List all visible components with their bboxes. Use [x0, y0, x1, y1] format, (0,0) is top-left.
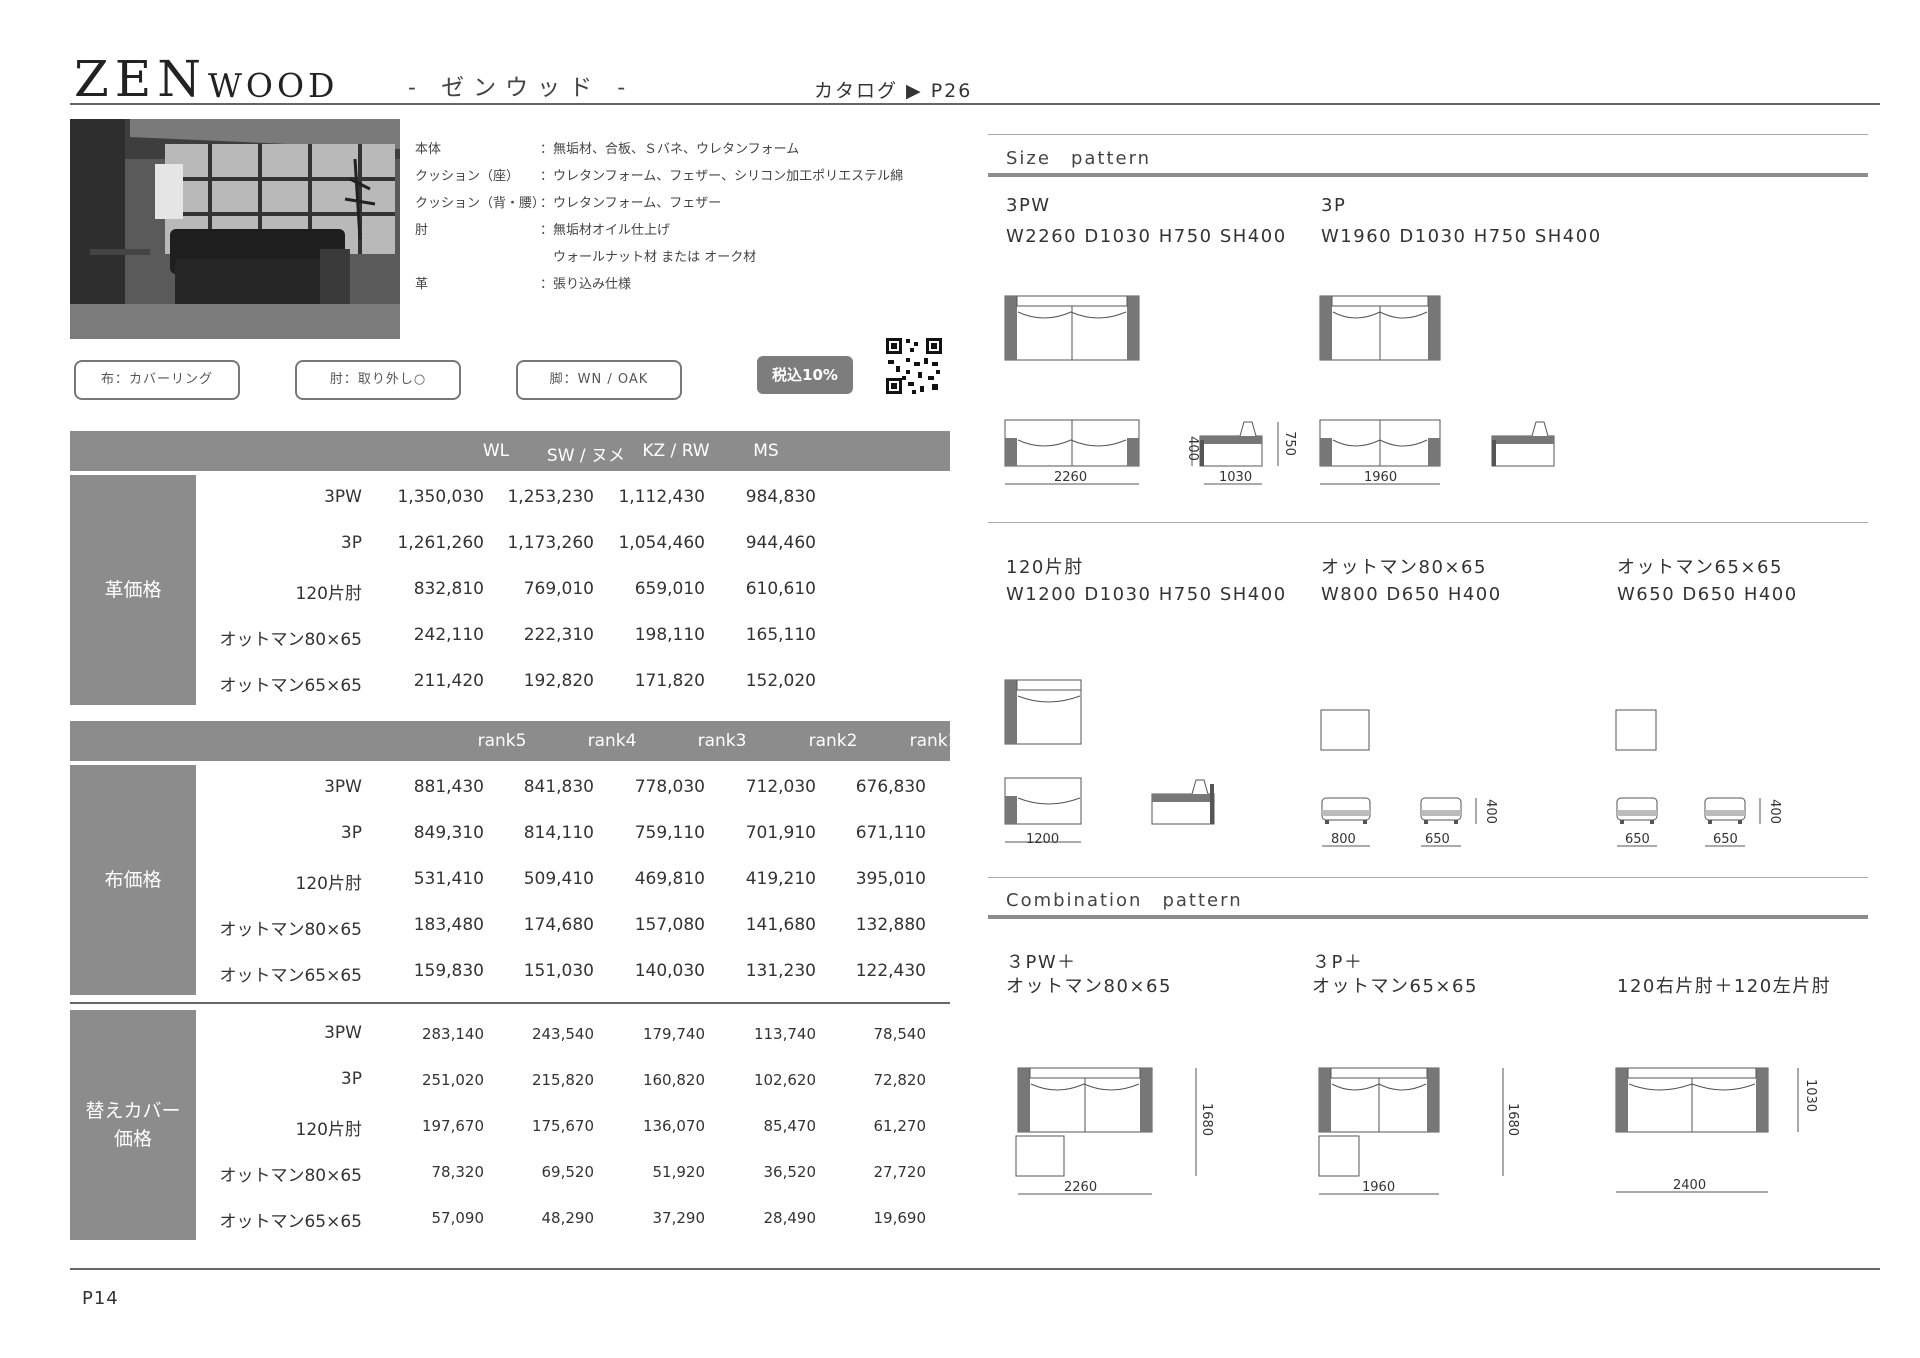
size-item-dims: W2260 D1030 H750 SH400: [1006, 226, 1287, 247]
column-header: rank1: [909, 731, 959, 751]
table-row: オットマン80×65 242,110 222,310 198,110 165,1…: [219, 625, 816, 650]
table-row: 120片肘 197,670 175,670 136,070 85,470 61,…: [295, 1117, 926, 1140]
ottoman-80-top-diagram: [1320, 709, 1370, 751]
table-row: 3PW 283,140 243,540 179,740 113,740 78,5…: [324, 1023, 926, 1043]
size-item-name: 120片肘: [1006, 557, 1084, 578]
combination-top-rule: [988, 877, 1868, 878]
qr-code-icon[interactable]: [884, 336, 944, 396]
fabric-table-header: rank5 rank4 rank3 rank2 rank1: [70, 721, 958, 761]
column-header: rank5: [477, 731, 527, 751]
dimension-label: 1680: [1199, 1102, 1215, 1137]
dimension-label: 1680: [1505, 1102, 1521, 1137]
sofa-3p-side-diagram: [1491, 421, 1555, 467]
sofa-3pw-top-diagram: [1004, 295, 1140, 361]
dimension-label: 650: [1713, 832, 1738, 847]
leather-section-label: 革価格: [70, 475, 196, 705]
ottoman-65-top-diagram: [1615, 709, 1657, 751]
dimension-label: 400: [1184, 436, 1200, 461]
column-header: rank4: [587, 731, 637, 751]
dimension-label: 400: [1766, 799, 1782, 824]
page-number: P14: [82, 1288, 119, 1309]
dimension-label: 2260: [1054, 470, 1088, 485]
column-header: WL: [482, 441, 510, 461]
size-pattern-title: Size pattern: [1006, 148, 1152, 169]
sofa-120-top-diagram: [1004, 679, 1082, 745]
dimension-label: 1030: [1219, 470, 1253, 485]
dimension-label: 1960: [1364, 470, 1398, 485]
column-header: rank3: [697, 731, 747, 751]
size-item-dims: W650 D650 H400: [1617, 584, 1798, 605]
table-row: 3P 1,261,260 1,173,260 1,054,460 944,460: [340, 533, 816, 553]
sofa-3p-top-diagram: [1319, 295, 1441, 361]
combination-title-bar: [988, 915, 1868, 919]
cover-section-label: 替えカバー 価格: [70, 1010, 196, 1240]
arm-option-badge: 肘：取り外し○: [295, 360, 461, 400]
dimension-label: 800: [1331, 832, 1356, 847]
product-photo: [70, 119, 400, 339]
size-top-rule: [988, 134, 1868, 135]
table-row: 3PW 1,350,030 1,253,230 1,112,430 984,83…: [324, 487, 816, 507]
dimension-label: 650: [1425, 832, 1450, 847]
table-divider: [70, 1002, 950, 1004]
sofa-120-side-diagram: [1151, 779, 1215, 825]
dimension-label: 2400: [1673, 1178, 1707, 1193]
product-subtitle: WOOD: [208, 66, 339, 105]
combo-3p-ottoman-diagram: [1318, 1067, 1504, 1195]
combination-name-line1: ３PW＋: [1006, 952, 1077, 973]
table-row: 120片肘 832,810 769,010 659,010 610,610: [295, 579, 816, 604]
catalog-reference: カタログ ▶ P26: [814, 80, 973, 102]
table-row: オットマン65×65 211,420 192,820 171,820 152,0…: [219, 671, 816, 696]
size-item-dims: W1960 D1030 H750 SH400: [1321, 226, 1602, 247]
size-title-bar: [988, 173, 1868, 177]
dimension-label: 1960: [1362, 1180, 1396, 1195]
dimension-label: 1200: [1026, 832, 1060, 847]
tax-badge: 税込10%: [757, 356, 853, 394]
table-row: 3PW 881,430 841,830 778,030 712,030 676,…: [324, 777, 926, 797]
table-row: オットマン80×65 183,480 174,680 157,080 141,6…: [219, 915, 926, 940]
table-row: オットマン65×65 159,830 151,030 140,030 131,2…: [219, 961, 926, 986]
dimension-label: 400: [1482, 799, 1498, 824]
column-header: rank2: [808, 731, 858, 751]
dimension-label: 750: [1281, 431, 1297, 456]
column-header: MS: [753, 441, 779, 461]
combination-name-line2: オットマン80×65: [1006, 976, 1172, 997]
spec-list: 本体 ：無垢材、合板、Ｓバネ、ウレタンフォーム クッション（座） ：ウレタンフォーム…: [415, 142, 904, 292]
size-item-dims: W1200 D1030 H750 SH400: [1006, 584, 1287, 605]
footer-divider: [70, 1268, 1880, 1270]
table-row: オットマン65×65 57,090 48,290 37,290 28,490 1…: [219, 1209, 926, 1232]
leg-option-badge: 脚：WN / OAK: [516, 360, 682, 400]
cover-option-badge: 布：カバーリング: [74, 360, 240, 400]
fabric-section-label: 布価格: [70, 765, 196, 995]
combination-name-line1: ３P＋: [1312, 952, 1364, 973]
dimension-label: 2260: [1064, 1180, 1098, 1195]
product-kana: - ゼンウッド -: [408, 75, 635, 101]
column-header: KZ / RW: [642, 441, 710, 461]
size-item-name: オットマン80×65: [1321, 557, 1487, 578]
table-row: オットマン80×65 78,320 69,520 51,920 36,520 2…: [219, 1163, 926, 1186]
combination-name-line2: オットマン65×65: [1312, 976, 1478, 997]
size-item-name: オットマン65×65: [1617, 557, 1783, 578]
size-item-dims: W800 D650 H400: [1321, 584, 1502, 605]
combo-3pw-ottoman-diagram: [1015, 1067, 1197, 1195]
header-divider: [70, 103, 1880, 105]
table-row: 120片肘 531,410 509,410 469,810 419,210 39…: [295, 869, 926, 894]
product-title: ZEN: [74, 50, 207, 108]
table-row: 3P 849,310 814,110 759,110 701,910 671,1…: [340, 823, 926, 843]
size-item-name: 3P: [1321, 195, 1347, 216]
combination-pattern-title: Combination pattern: [1006, 890, 1243, 911]
table-row: 3P 251,020 215,820 160,820 102,620 72,82…: [340, 1069, 926, 1089]
column-header: SW / ヌメ: [546, 446, 626, 466]
leather-table-header: WL SW / ヌメ KZ / RW MS: [70, 431, 950, 471]
combination-name-line2: 120右片肘＋120左片肘: [1617, 976, 1832, 997]
size-item-name: 3PW: [1006, 195, 1051, 216]
dimension-label: 650: [1625, 832, 1650, 847]
combo-120-pair-diagram: [1615, 1067, 1799, 1193]
dimension-label: 1030: [1803, 1078, 1819, 1113]
size-section-divider: [988, 522, 1868, 523]
